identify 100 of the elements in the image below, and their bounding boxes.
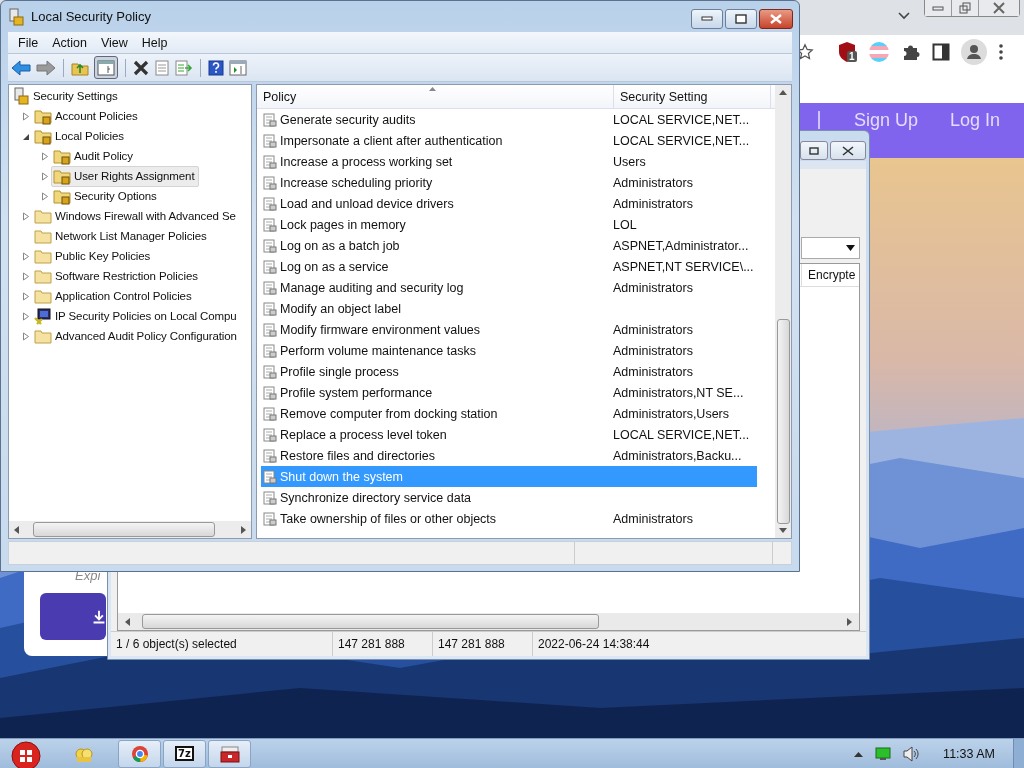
policy-row[interactable]: Perform volume maintenance tasks Administrators [261, 340, 757, 361]
column-header[interactable]: Policy [257, 85, 614, 108]
security-setting: Administrators [613, 280, 693, 295]
status-text: 2022-06-24 14:38:44 [537, 636, 650, 653]
policy-row[interactable]: Take ownership of files or other objects Administrators [261, 508, 757, 529]
policy-row[interactable]: Log on as a service ASPNET,NT SERVICE\... [261, 256, 757, 277]
policy-name: Manage auditing and security log [280, 280, 464, 295]
policy-row[interactable]: Increase a process working set Users [261, 151, 757, 172]
folder-icon [34, 268, 52, 284]
tree-item[interactable]: Security Settings [12, 85, 122, 107]
scroll-left-icon[interactable] [124, 617, 132, 626]
policy-row[interactable]: Profile system performance Administrators,NT SE... [261, 382, 757, 403]
policy-icon [263, 175, 277, 190]
tree-item[interactable]: User Rights Assignment [51, 165, 199, 187]
speaker-icon[interactable] [903, 745, 922, 762]
tree-item[interactable]: Network List Manager Policies [32, 225, 211, 247]
policy-row[interactable]: Log on as a batch job ASPNET,Administrator... [261, 235, 757, 256]
export-list-icon[interactable] [175, 59, 193, 76]
policy-row[interactable]: Modify an object label [261, 298, 757, 319]
tree-item[interactable]: Windows Firewall with Advanced Se [32, 205, 240, 227]
policy-icon [263, 259, 277, 274]
policy-row[interactable]: Lock pages in memory LOL [261, 214, 757, 235]
back-arrow-icon[interactable] [11, 59, 31, 76]
security-setting: LOCAL SERVICE,NET... [613, 112, 750, 127]
folder-icon [34, 208, 52, 224]
tree-item[interactable]: Software Restriction Policies [32, 265, 202, 287]
close-button[interactable] [979, 0, 1019, 16]
security-setting: Administrators [613, 322, 693, 337]
column-header[interactable]: Encrypte [801, 264, 859, 286]
policy-row[interactable]: Modify firmware environment values Administrators [261, 319, 757, 340]
tree-toggle-button[interactable] [94, 56, 118, 79]
scroll-left-icon[interactable] [13, 525, 21, 534]
maximize-button[interactable] [725, 9, 757, 29]
help-icon[interactable] [208, 59, 224, 76]
forward-arrow-icon[interactable] [36, 59, 56, 76]
policy-row[interactable]: Manage auditing and security log Administrators [261, 277, 757, 298]
column-header[interactable]: Security Setting [614, 85, 771, 108]
vertical-scrollbar[interactable] [775, 85, 791, 538]
scroll-right-icon[interactable] [845, 617, 853, 626]
download-button[interactable] [40, 593, 106, 640]
scroll-right-icon[interactable] [239, 525, 247, 534]
security-setting: Administrators [613, 175, 693, 190]
tree-item[interactable]: Application Control Policies [32, 285, 196, 307]
minimize-button[interactable] [691, 9, 723, 29]
minimize-icon [932, 5, 944, 11]
tree-item[interactable]: Advanced Audit Policy Configuration [32, 325, 241, 347]
tree-item[interactable]: Public Key Policies [32, 245, 155, 267]
policy-name: Increase a process working set [280, 154, 453, 169]
horizontal-scrollbar[interactable] [118, 613, 859, 630]
policy-row[interactable]: Replace a process level token LOCAL SERVICE,NET... [261, 424, 757, 445]
sort-arrow-icon [429, 87, 436, 91]
policy-name: Log on as a batch job [280, 238, 400, 253]
network-icon[interactable] [875, 746, 892, 761]
action-pane-icon[interactable] [229, 59, 247, 76]
restore-button[interactable] [952, 0, 979, 16]
tray-arrow-icon[interactable] [854, 750, 864, 757]
tree-item[interactable]: Local Policies [32, 125, 128, 147]
menu-item[interactable]: File [11, 35, 46, 50]
scroll-down-icon[interactable] [779, 526, 787, 534]
policy-row[interactable]: Synchronize directory service data [261, 487, 757, 508]
maximize-icon [735, 14, 747, 24]
path-dropdown[interactable] [801, 237, 860, 259]
delete-icon[interactable] [133, 59, 149, 76]
menu-item[interactable]: View [93, 35, 135, 50]
policy-row[interactable]: Increase scheduling priority Administrators [261, 172, 757, 193]
chevron-icon[interactable] [898, 12, 910, 20]
close-button[interactable] [759, 9, 793, 29]
close-button[interactable] [830, 141, 866, 160]
policy-name: Replace a process level token [280, 427, 447, 442]
policy-row[interactable]: Profile single process Administrators [261, 361, 757, 382]
policy-icon [263, 217, 277, 232]
tree-item[interactable]: Security Options [51, 185, 161, 207]
taskbar-button[interactable] [208, 739, 251, 768]
policy-name: Modify firmware environment values [280, 322, 481, 337]
avatar-icon[interactable] [961, 38, 987, 65]
tree-item[interactable]: IP Security Policies on Local Compu [32, 305, 241, 327]
policy-icon [263, 343, 277, 358]
maximize-button[interactable] [800, 141, 828, 160]
menu-item[interactable]: Help [134, 35, 175, 50]
policy-row[interactable]: Impersonate a client after authentication LOCAL SERVICE,NET... [261, 130, 757, 151]
policy-row[interactable]: Load and unload device drivers Administrators [261, 193, 757, 214]
policy-name: Shut down the system [280, 469, 403, 484]
taskbar-button[interactable] [118, 739, 161, 768]
menu-item[interactable]: Action [45, 35, 94, 50]
folder-icon [34, 288, 52, 304]
horizontal-scrollbar[interactable] [9, 521, 251, 538]
tree-item[interactable]: Account Policies [32, 105, 142, 127]
tree-item[interactable]: Audit Policy [51, 145, 137, 167]
policy-name: Remove computer from docking station [280, 406, 498, 421]
policy-row[interactable]: Generate security audits LOCAL SERVICE,NET... [261, 109, 757, 130]
clock[interactable]: 11:33 AM [943, 746, 995, 761]
policy-icon [263, 238, 277, 253]
restore-icon [959, 2, 971, 14]
menu-icon[interactable] [998, 42, 1004, 61]
side-panel-icon[interactable] [932, 42, 950, 61]
scroll-up-icon[interactable] [779, 89, 787, 97]
policy-row[interactable]: Restore files and directories Administrators,Backu... [261, 445, 757, 466]
security-setting: Administrators [613, 343, 693, 358]
taskbar-button[interactable]: 7z [163, 739, 206, 768]
policy-row[interactable]: Remove computer from docking station Administrators,Users [261, 403, 757, 424]
